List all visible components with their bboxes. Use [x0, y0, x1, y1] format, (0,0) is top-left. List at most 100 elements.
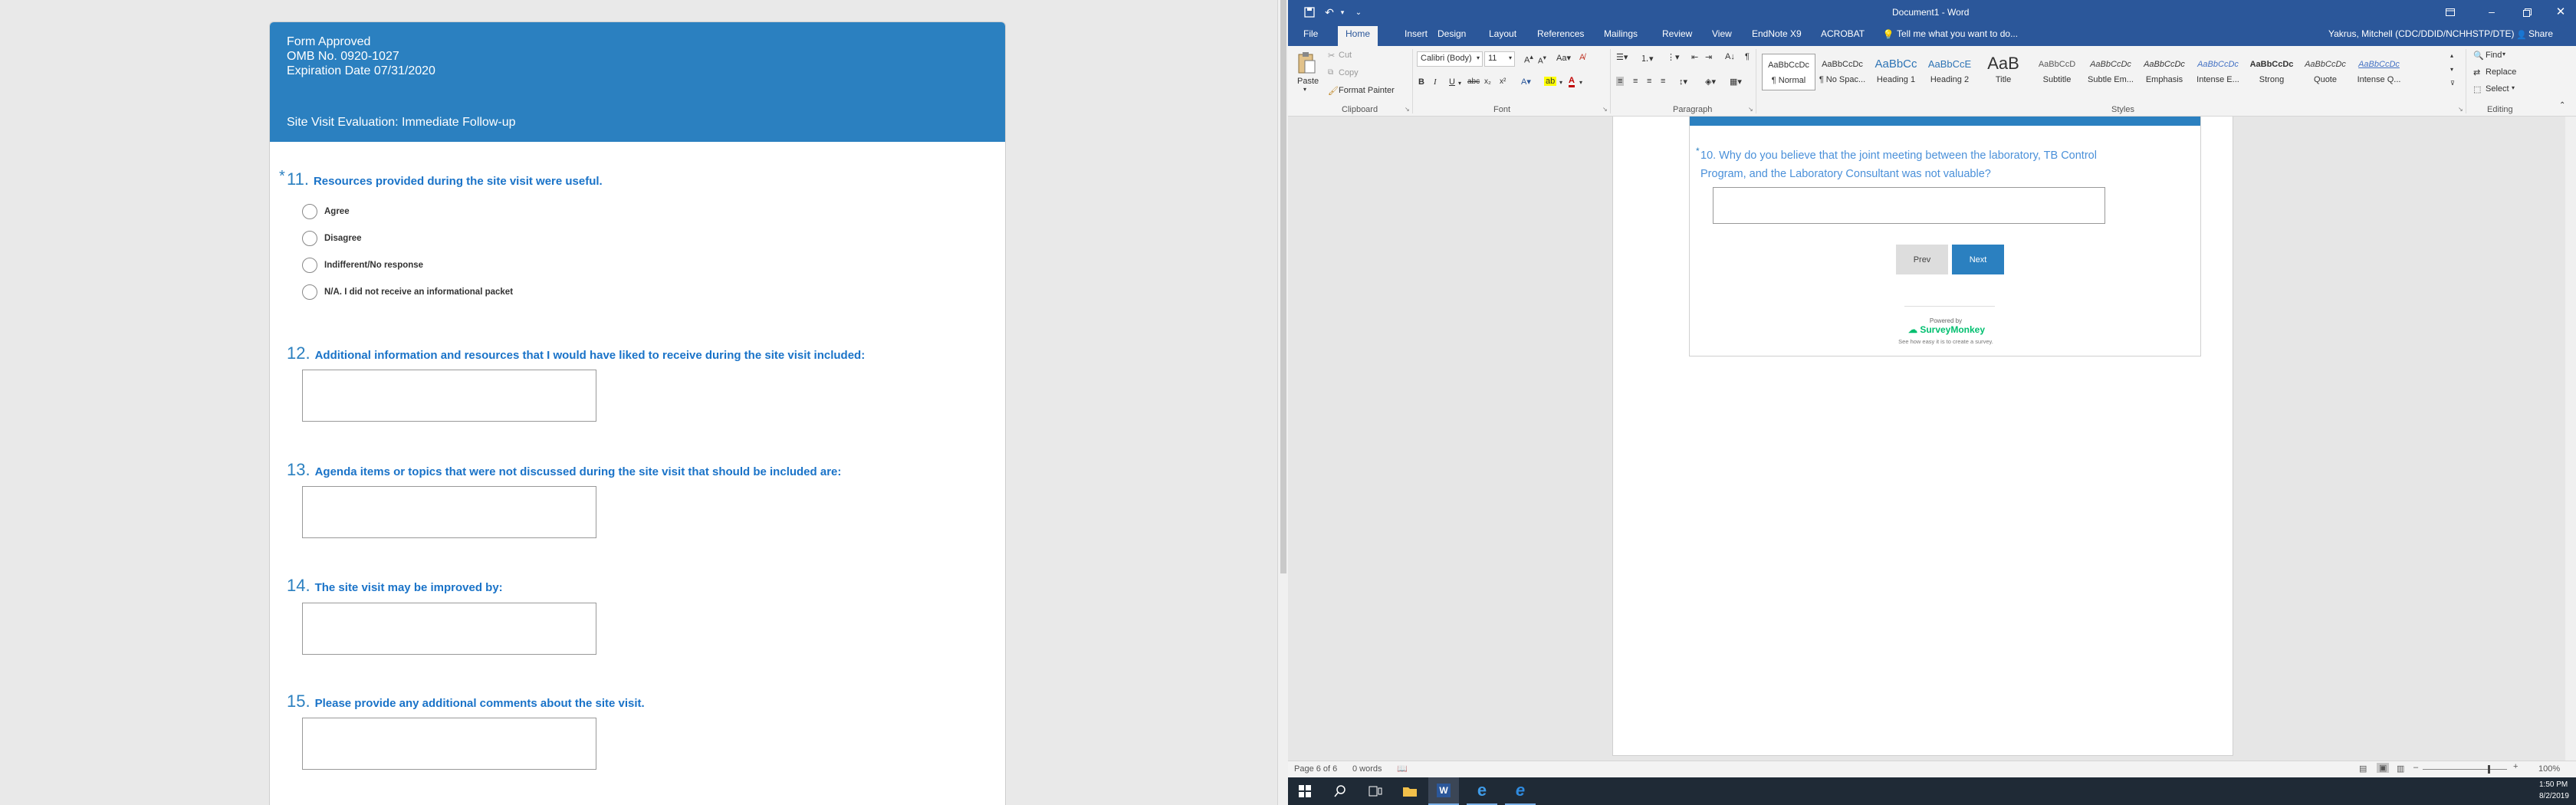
- option-na[interactable]: N/A. I did not receive an informational …: [302, 284, 513, 300]
- styles-more-icon[interactable]: ⊽: [2450, 80, 2455, 87]
- zoom-slider-handle[interactable]: [2488, 765, 2490, 774]
- tab-review[interactable]: Review: [1662, 28, 1692, 39]
- format-painter-button[interactable]: Format Painter: [1339, 86, 1395, 95]
- text-effects-icon[interactable]: A▾: [1521, 77, 1531, 87]
- superscript-icon[interactable]: x²: [1500, 77, 1506, 86]
- read-mode-icon[interactable]: ▤: [2359, 764, 2367, 774]
- select-dropdown-icon[interactable]: ▾: [2512, 84, 2515, 91]
- task-view-icon[interactable]: [1368, 784, 1383, 799]
- tab-references[interactable]: References: [1537, 28, 1584, 39]
- clock-date[interactable]: 8/2/2019: [2539, 792, 2569, 800]
- select-button[interactable]: Select: [2486, 84, 2509, 94]
- save-icon[interactable]: [1303, 6, 1316, 18]
- style-item[interactable]: AaBbCc Heading 1: [1869, 54, 1923, 90]
- word-count[interactable]: 0 words: [1352, 764, 1382, 774]
- find-button[interactable]: Find: [2486, 51, 2502, 60]
- tab-design[interactable]: Design: [1438, 28, 1466, 39]
- font-launcher-icon[interactable]: ↘: [1602, 106, 1608, 113]
- restore-icon[interactable]: [2521, 6, 2533, 18]
- option-agree[interactable]: Agree: [302, 204, 350, 219]
- close-icon[interactable]: ✕: [2555, 5, 2567, 18]
- font-name-select[interactable]: Calibri (Body) ▾: [1417, 51, 1483, 67]
- radio-button[interactable]: [302, 258, 317, 273]
- tab-endnote[interactable]: EndNote X9: [1752, 28, 1802, 39]
- copy-button[interactable]: Copy: [1339, 68, 1359, 77]
- zoom-level[interactable]: 100%: [2538, 764, 2560, 774]
- replace-icon[interactable]: ⇄: [2473, 67, 2480, 77]
- style-item[interactable]: AaBbCcDc Quote: [2298, 54, 2352, 90]
- font-color-icon[interactable]: A: [1569, 76, 1575, 87]
- align-right-icon[interactable]: ≡: [1647, 77, 1651, 86]
- search-icon[interactable]: [1332, 784, 1348, 799]
- page-count[interactable]: Page 6 of 6: [1294, 764, 1337, 774]
- minimize-icon[interactable]: –: [2486, 5, 2498, 18]
- replace-button[interactable]: Replace: [2486, 67, 2516, 77]
- font-color-dropdown-icon[interactable]: ▾: [1579, 79, 1582, 86]
- style-item[interactable]: AaBbCcDc Subtle Em...: [2084, 54, 2137, 90]
- option-disagree[interactable]: Disagree: [302, 231, 362, 246]
- share-icon[interactable]: 👤: [2516, 29, 2527, 40]
- undo-icon[interactable]: ↶: [1323, 6, 1336, 18]
- answer-textbox-14[interactable]: [302, 603, 596, 655]
- taskbar-ie-app[interactable]: e: [1505, 777, 1536, 805]
- highlight-icon[interactable]: ab: [1544, 77, 1557, 86]
- format-painter-icon[interactable]: 🖌: [1328, 86, 1339, 96]
- style-item[interactable]: AaBbCcDc Strong: [2245, 54, 2298, 90]
- document-page[interactable]: * 10. Why do you believe that the joint …: [1612, 117, 2233, 756]
- vertical-scrollbar[interactable]: [1277, 0, 1288, 805]
- bold-icon[interactable]: B: [1418, 77, 1424, 87]
- increase-indent-icon[interactable]: ⇥: [1705, 52, 1712, 62]
- clipboard-launcher-icon[interactable]: ↘: [1405, 106, 1410, 113]
- tab-mailings[interactable]: Mailings: [1604, 28, 1638, 39]
- sort-icon[interactable]: A↓: [1725, 52, 1735, 61]
- style-item[interactable]: AaBbCcDc Emphasis: [2137, 54, 2191, 90]
- taskbar-edge-app[interactable]: e: [1467, 777, 1497, 805]
- align-left-icon[interactable]: ≡: [1616, 77, 1625, 86]
- cut-button[interactable]: Cut: [1339, 51, 1352, 60]
- paste-dropdown-icon[interactable]: ▾: [1303, 86, 1306, 93]
- style-item[interactable]: AaBbCcE Heading 2: [1923, 54, 1976, 90]
- styles-scroll-down-icon[interactable]: ▾: [2450, 66, 2453, 73]
- style-item[interactable]: AaBbCcDc Intense E...: [2191, 54, 2245, 90]
- zoom-slider[interactable]: [2423, 769, 2507, 770]
- copy-icon[interactable]: ⧉: [1328, 68, 1333, 77]
- style-item[interactable]: AaBbCcD Subtitle: [2030, 54, 2084, 90]
- styles-launcher-icon[interactable]: ↘: [2458, 106, 2463, 113]
- web-layout-icon[interactable]: ▥: [2397, 764, 2404, 774]
- find-icon[interactable]: 🔍: [2473, 51, 2484, 61]
- scrollbar-thumb[interactable]: [1280, 0, 1286, 573]
- radio-button[interactable]: [302, 204, 317, 219]
- tab-view[interactable]: View: [1712, 28, 1732, 39]
- tab-insert[interactable]: Insert: [1405, 28, 1428, 39]
- tab-home[interactable]: Home: [1338, 26, 1378, 46]
- zoom-in-icon[interactable]: +: [2513, 762, 2518, 771]
- highlight-dropdown-icon[interactable]: ▾: [1559, 79, 1562, 86]
- customize-toolbar-icon[interactable]: ⌄: [1354, 6, 1363, 18]
- bullets-icon[interactable]: ☰▾: [1616, 52, 1628, 62]
- print-layout-icon[interactable]: ▣: [2377, 763, 2390, 773]
- paste-icon[interactable]: [1296, 51, 1317, 75]
- paragraph-launcher-icon[interactable]: ↘: [1748, 106, 1753, 113]
- justify-icon[interactable]: ≡: [1661, 77, 1665, 86]
- style-item[interactable]: AaB Title: [1976, 54, 2030, 90]
- tab-acrobat[interactable]: ACROBAT: [1821, 28, 1865, 39]
- clock-time[interactable]: 1:50 PM: [2539, 780, 2568, 789]
- ribbon-display-options-icon[interactable]: [2444, 6, 2456, 18]
- taskbar-word-app[interactable]: W: [1428, 777, 1459, 805]
- decrease-indent-icon[interactable]: ⇤: [1691, 52, 1698, 62]
- option-indifferent[interactable]: Indifferent/No response: [302, 258, 423, 273]
- shrink-font-icon[interactable]: A▾: [1538, 54, 1546, 65]
- change-case-icon[interactable]: Aa▾: [1556, 53, 1571, 63]
- line-spacing-icon[interactable]: ↕▾: [1679, 77, 1687, 87]
- italic-icon[interactable]: I: [1434, 77, 1437, 87]
- windows-start-icon[interactable]: [1298, 784, 1312, 798]
- document-scrollbar[interactable]: [2565, 117, 2576, 761]
- show-hide-icon[interactable]: ¶: [1745, 52, 1750, 61]
- answer-textbox-12[interactable]: [302, 370, 596, 422]
- underline-dropdown-icon[interactable]: ▾: [1458, 80, 1461, 87]
- paste-label[interactable]: Paste: [1297, 77, 1319, 86]
- tell-me-box[interactable]: Tell me what you want to do...: [1897, 28, 2018, 39]
- borders-icon[interactable]: ▦▾: [1730, 77, 1742, 87]
- style-item[interactable]: AaBbCcDc ¶ No Spac...: [1815, 54, 1869, 90]
- radio-button[interactable]: [302, 284, 317, 300]
